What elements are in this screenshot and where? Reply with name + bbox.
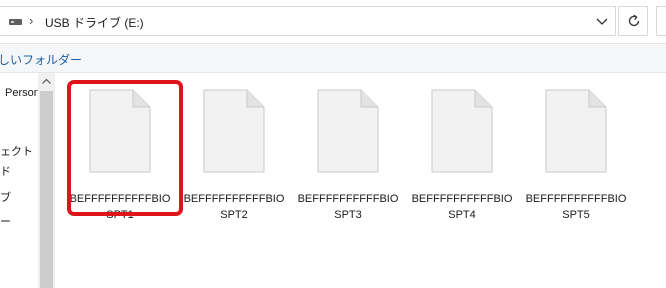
chevron-up-icon — [42, 79, 51, 84]
file-name-line2: SPT3 — [334, 209, 362, 221]
file-name-line2: SPT5 — [562, 209, 590, 221]
refresh-icon — [628, 14, 640, 27]
nav-item-project[interactable]: ェクト — [0, 143, 33, 159]
nav-item-4[interactable]: ブ — [0, 189, 11, 205]
address-bar[interactable]: › USB ドライブ (E:) — [0, 6, 616, 36]
address-dropdown-button[interactable] — [589, 7, 615, 35]
refresh-button[interactable] — [618, 6, 648, 36]
nav-item-5[interactable]: ー — [0, 213, 11, 229]
chevron-down-icon — [596, 18, 608, 25]
file-name: BEFFFFFFFFFFBIO SPT5 — [523, 191, 629, 223]
command-bar: しいフォルダー — [0, 43, 666, 73]
file-name-line2: SPT4 — [448, 209, 476, 221]
file-name-line1: BEFFFFFFFFFFBIO — [411, 193, 513, 205]
breadcrumb-location[interactable]: USB ドライブ (E:) — [45, 14, 144, 31]
file-name: BEFFFFFFFFFFBIO SPT4 — [409, 191, 515, 223]
document-icon — [431, 89, 493, 173]
breadcrumb-separator[interactable]: › — [29, 13, 33, 28]
file-name: BEFFFFFFFFFFBIO SPT2 — [181, 191, 287, 223]
file-name-line2: SPT2 — [220, 209, 248, 221]
nav-item-3[interactable]: ド — [0, 163, 11, 179]
document-icon — [203, 89, 265, 173]
file-item[interactable]: BEFFFFFFFFFFBIO SPT3 — [295, 86, 401, 221]
navigation-pane: Person ェクト ド ブ ー — [0, 73, 55, 288]
file-name-line1: BEFFFFFFFFFFBIO — [183, 193, 285, 205]
file-name-line1: BEFFFFFFFFFFBIO — [525, 193, 627, 205]
drive-icon — [9, 19, 22, 25]
selection-highlight — [67, 80, 183, 216]
search-box[interactable] — [656, 6, 666, 36]
nav-scrollbar[interactable] — [38, 73, 55, 288]
document-icon — [545, 89, 607, 173]
scrollbar-thumb[interactable] — [40, 91, 53, 288]
scroll-up-button[interactable] — [38, 73, 55, 90]
new-folder-button[interactable]: しいフォルダー — [0, 51, 82, 68]
document-icon — [317, 89, 379, 173]
file-item[interactable]: BEFFFFFFFFFFBIO SPT5 — [523, 86, 629, 221]
file-name-line1: BEFFFFFFFFFFBIO — [297, 193, 399, 205]
nav-item-personal[interactable]: Person — [5, 87, 40, 99]
file-item[interactable]: BEFFFFFFFFFFBIO SPT4 — [409, 86, 515, 221]
file-item[interactable]: BEFFFFFFFFFFBIO SPT2 — [181, 86, 287, 221]
file-name: BEFFFFFFFFFFBIO SPT3 — [295, 191, 401, 223]
